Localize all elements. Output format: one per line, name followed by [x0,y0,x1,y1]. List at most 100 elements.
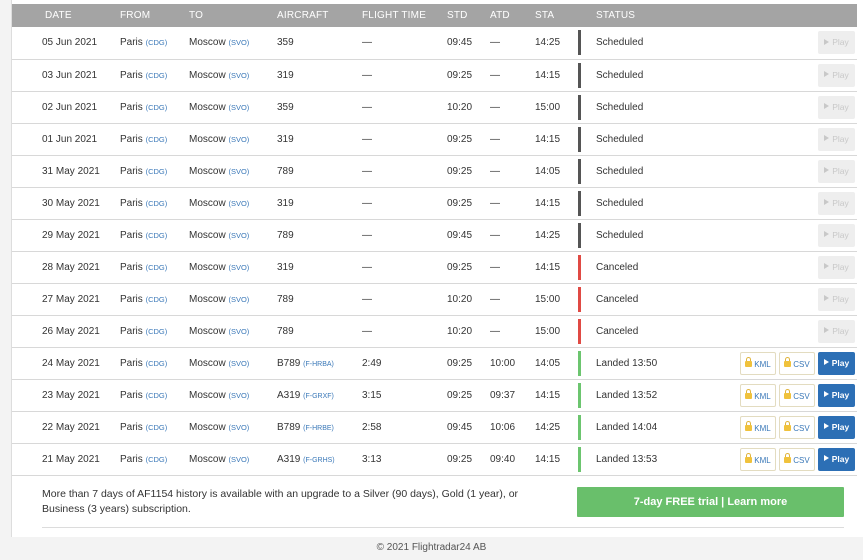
from-airport-link[interactable]: (CDG) [146,231,168,240]
cell-actions: Play [688,219,857,251]
cell-sta: 14:25 [535,37,561,49]
table-header-row: DATE FROM TO AIRCRAFT FLIGHT TIME STD AT… [12,4,857,27]
play-label: Play [832,229,849,240]
cell-date: 21 May 2021 [42,453,100,465]
to-airport-link[interactable]: (SVO) [228,135,249,144]
status-text: Canceled [596,325,639,337]
from-airport-link[interactable]: (CDG) [146,359,168,368]
kml-download-button[interactable]: KML [740,447,776,471]
cell-flight-time: — [362,197,372,209]
cell-aircraft: 789 [277,155,362,187]
from-airport-link[interactable]: (CDG) [146,103,168,112]
cell-status: Scheduled [578,219,688,251]
from-airport-link[interactable]: (CDG) [146,327,168,336]
from-airport-link[interactable]: (CDG) [146,263,168,272]
col-date: DATE [45,10,72,21]
from-airport-link[interactable]: (CDG) [146,391,168,400]
cell-sta: 14:15 [535,389,561,401]
cell-date: 29 May 2021 [42,229,100,241]
csv-label: CSV [793,359,810,369]
cell-status: Landed 13:50 [578,347,688,379]
to-airport-link[interactable]: (SVO) [228,38,249,47]
cell-date: 03 Jun 2021 [42,69,98,81]
play-label: Play [832,325,849,336]
from-airport-link[interactable]: (CDG) [146,199,168,208]
from-airport-link[interactable]: (CDG) [146,455,168,464]
play-button[interactable]: Play [818,383,855,407]
csv-download-button[interactable]: CSV [779,447,815,471]
kml-download-button[interactable]: KML [740,351,776,375]
from-airport-link[interactable]: (CDG) [146,295,168,304]
play-button[interactable]: Play [818,415,855,439]
cell-aircraft: 359 [277,27,362,59]
to-city: Moscow [189,325,226,337]
status-text: Scheduled [596,133,644,145]
to-city: Moscow [189,261,226,273]
from-airport-link[interactable]: (CDG) [146,38,168,47]
cell-sta: 14:25 [535,421,561,433]
to-airport-link[interactable]: (SVO) [228,199,249,208]
play-button[interactable]: Play [818,447,855,471]
to-airport-link[interactable]: (SVO) [228,391,249,400]
from-city: Paris [120,293,143,305]
csv-download-button[interactable]: CSV [779,383,815,407]
free-trial-button[interactable]: 7-day FREE trial | Learn more [577,487,844,517]
status-indicator [578,286,581,312]
to-airport-link[interactable]: (SVO) [228,359,249,368]
status-text: Scheduled [596,101,644,113]
aircraft-type: 789 [277,165,294,177]
to-airport-link[interactable]: (SVO) [228,295,249,304]
to-city: Moscow [189,165,226,177]
status-indicator [578,414,581,440]
cell-aircraft: 319 [277,251,362,283]
csv-download-button[interactable]: CSV [779,415,815,439]
cell-date: 26 May 2021 [42,325,100,337]
cell-from: Paris (CDG) [120,347,189,379]
play-label: Play [831,389,850,400]
from-airport-link[interactable]: (CDG) [146,71,168,80]
from-airport-link[interactable]: (CDG) [146,423,168,432]
cell-from: Paris (CDG) [120,411,189,443]
from-airport-link[interactable]: (CDG) [146,135,168,144]
aircraft-type: 789 [277,229,294,241]
aircraft-type: B789 [277,421,301,433]
to-airport-link[interactable]: (SVO) [228,455,249,464]
registration-link[interactable]: (F-GRXF) [303,393,334,400]
col-sta: STA [535,10,555,21]
lock-icon [784,452,792,464]
cell-sta: 14:15 [535,69,561,81]
registration-link[interactable]: (F-HRBA) [303,361,334,368]
cell-flight-time: 3:13 [362,453,382,465]
from-airport-link[interactable]: (CDG) [146,167,168,176]
cell-actions: Play [688,91,857,123]
registration-link[interactable]: (F-HRBE) [303,425,334,432]
cell-flight-time: — [362,37,372,49]
to-airport-link[interactable]: (SVO) [228,263,249,272]
status-text: Landed 13:50 [596,357,658,369]
to-airport-link[interactable]: (SVO) [228,167,249,176]
aircraft-type: 319 [277,261,294,273]
cell-sta: 14:25 [535,229,561,241]
play-button[interactable]: Play [818,351,855,375]
to-airport-link[interactable]: (SVO) [228,327,249,336]
to-airport-link[interactable]: (SVO) [228,231,249,240]
to-airport-link[interactable]: (SVO) [228,71,249,80]
kml-download-button[interactable]: KML [740,415,776,439]
to-city: Moscow [189,229,226,241]
to-airport-link[interactable]: (SVO) [228,423,249,432]
csv-download-button[interactable]: CSV [779,351,815,375]
cell-to: Moscow (SVO) [189,27,277,59]
cell-atd: — [490,325,500,337]
play-label: Play [832,101,849,112]
kml-download-button[interactable]: KML [740,383,776,407]
cell-atd: — [490,229,500,241]
registration-link[interactable]: (F-GRHS) [303,457,335,464]
cell-from: Paris (CDG) [120,123,189,155]
cell-status: Canceled [578,251,688,283]
cell-std: 09:45 [447,229,473,241]
to-city: Moscow [189,421,226,433]
lock-icon [784,420,792,432]
to-airport-link[interactable]: (SVO) [228,103,249,112]
cell-from: Paris (CDG) [120,443,189,475]
cell-actions: Play [688,187,857,219]
